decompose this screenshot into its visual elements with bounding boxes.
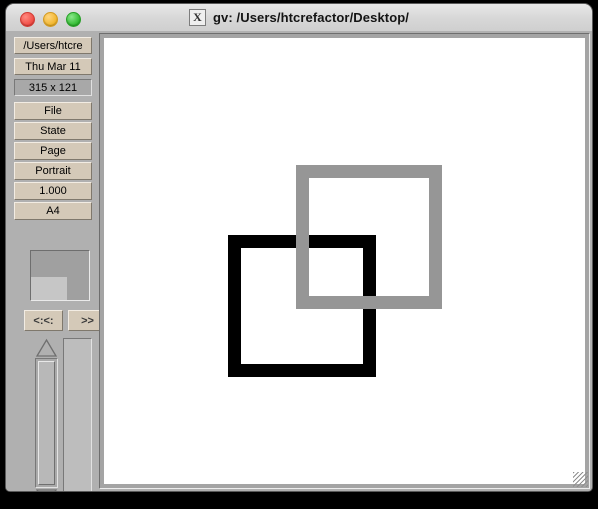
orientation-menu-button[interactable]: Portrait [14, 162, 92, 180]
close-window-button[interactable] [20, 12, 35, 27]
document-viewport[interactable] [99, 33, 590, 489]
page-size-label: 315 x 121 [14, 79, 92, 96]
previous-page-button[interactable]: <:<: [24, 310, 63, 331]
control-sidebar: /Users/htcre Thu Mar 11 315 x 121 File S… [6, 31, 107, 491]
window-title: gv: /Users/htcrefactor/Desktop/ [213, 10, 409, 25]
title-group: X gv: /Users/htcrefactor/Desktop/ [6, 4, 592, 31]
gray-square [296, 165, 442, 309]
media-menu-button[interactable]: A4 [14, 202, 92, 220]
scroll-down-arrow-icon[interactable] [35, 488, 58, 491]
gv-window: X gv: /Users/htcrefactor/Desktop/ /Users… [6, 4, 592, 491]
window-title-bar[interactable]: X gv: /Users/htcrefactor/Desktop/ [6, 4, 592, 32]
state-menu-button[interactable]: State [14, 122, 92, 140]
scale-menu-button[interactable]: 1.000 [14, 182, 92, 200]
scrollbar-trough[interactable] [35, 358, 58, 488]
resize-grip[interactable] [573, 472, 588, 487]
maximize-window-button[interactable] [66, 12, 81, 27]
page-list-scrollbar[interactable] [34, 338, 59, 491]
page-preview-thumbnail[interactable] [30, 250, 90, 301]
document-canvas[interactable] [104, 38, 585, 484]
file-menu-button[interactable]: File [14, 102, 92, 120]
scrollbar-thumb[interactable] [38, 361, 55, 485]
scroll-up-arrow-icon[interactable] [35, 338, 58, 358]
date-field[interactable]: Thu Mar 11 [14, 58, 92, 75]
x11-app-icon: X [189, 9, 206, 26]
path-field[interactable]: /Users/htcre [14, 37, 92, 54]
page-menu-button[interactable]: Page [14, 142, 92, 160]
window-body: /Users/htcre Thu Mar 11 315 x 121 File S… [6, 31, 592, 491]
page-list-panel[interactable] [63, 338, 92, 491]
minimize-window-button[interactable] [43, 12, 58, 27]
preview-page-region [31, 277, 67, 300]
